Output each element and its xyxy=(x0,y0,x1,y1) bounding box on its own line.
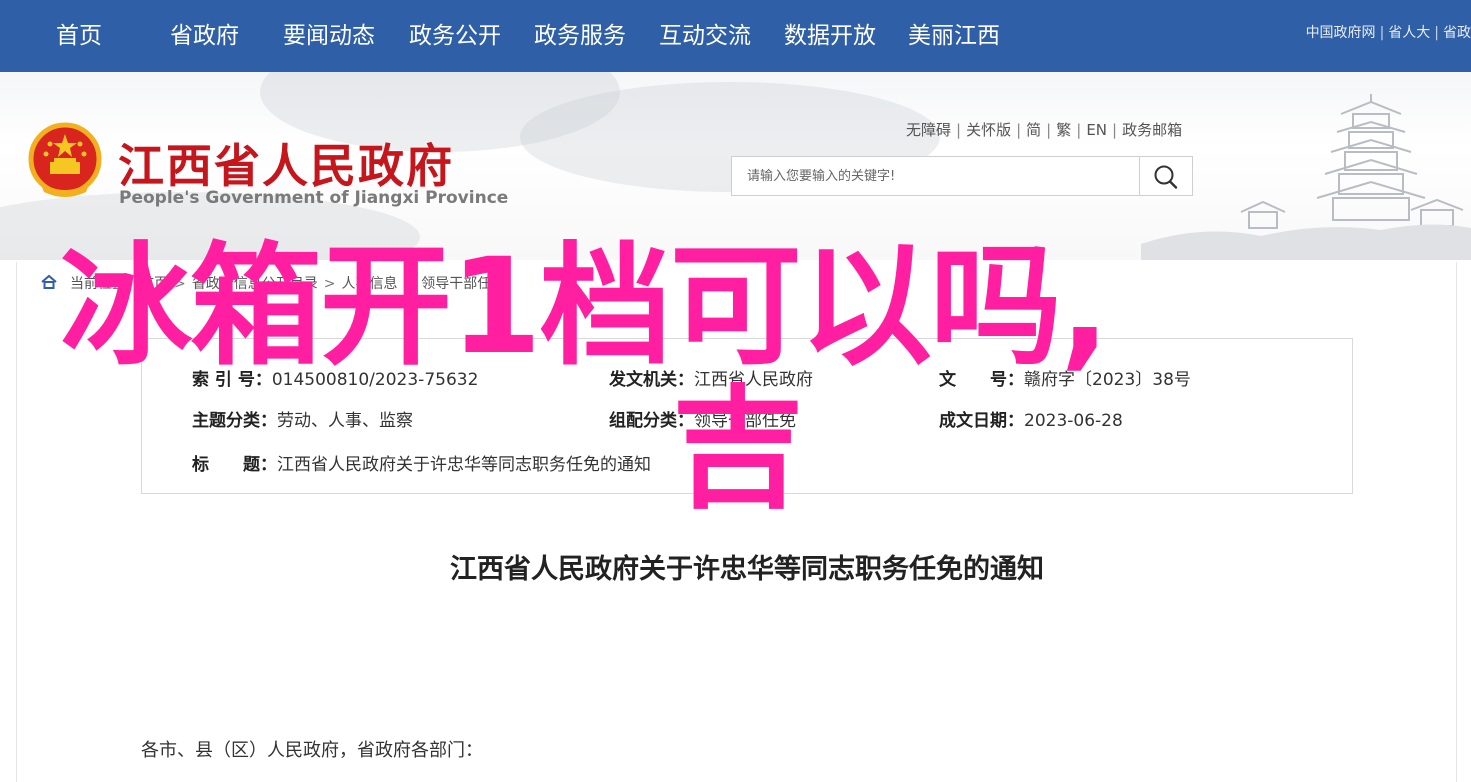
nav-item-home[interactable]: 首页 xyxy=(56,0,102,72)
info-index-number: 索 引 号：014500810/2023-75632 xyxy=(192,365,478,390)
divider: | xyxy=(1112,121,1118,139)
link-elderly-mode[interactable]: 关怀版 xyxy=(966,121,1011,139)
pagoda-illustration-icon xyxy=(1141,94,1471,260)
breadcrumb-prefix: 当前位置： xyxy=(70,276,140,292)
info-label: 文 号： xyxy=(939,370,1024,390)
breadcrumb-appointments[interactable]: 领导干部任免 xyxy=(421,276,505,292)
home-icon xyxy=(41,274,57,289)
divider: | xyxy=(1434,25,1439,41)
top-external-links: 中国政府网 | 省人大 | 省政 xyxy=(1306,22,1471,42)
national-emblem-icon xyxy=(28,122,102,197)
nav-item-open-data[interactable]: 数据开放 xyxy=(784,0,876,72)
info-value: 2023-06-28 xyxy=(1024,411,1123,431)
divider: | xyxy=(1046,121,1052,139)
info-label: 主题分类： xyxy=(192,411,277,431)
breadcrumb-info-catalog[interactable]: 省政府信息公开目录 xyxy=(192,276,318,292)
divider: | xyxy=(1379,25,1385,41)
site-subtitle: People's Government of Jiangxi Province xyxy=(119,188,509,208)
info-value: 领导干部任免 xyxy=(694,411,796,431)
breadcrumb: 当前位置：首页 > 省政府信息公开目录 > 人事信息 > 领导干部任免 xyxy=(40,273,505,293)
link-traditional-chinese[interactable]: 繁 xyxy=(1056,121,1071,139)
chevron-right-icon: > xyxy=(323,276,336,292)
info-label: 索 引 号： xyxy=(192,370,272,390)
article-title: 江西省人民政府关于许忠华等同志职务任免的通知 xyxy=(450,554,1044,585)
nav-item-government-services[interactable]: 政务服务 xyxy=(534,0,626,72)
info-value: 014500810/2023-75632 xyxy=(271,370,479,390)
divider: | xyxy=(1016,121,1022,139)
nav-item-interaction[interactable]: 互动交流 xyxy=(659,0,751,72)
link-china-government[interactable]: 中国政府网 xyxy=(1306,25,1376,41)
link-simplified-chinese[interactable]: 简 xyxy=(1026,121,1041,139)
nav-item-news[interactable]: 要闻动态 xyxy=(283,0,375,72)
nav-item-government-affairs-disclosure[interactable]: 政务公开 xyxy=(409,0,501,72)
info-label: 组配分类： xyxy=(609,411,694,431)
info-value: 劳动、人事、监察 xyxy=(277,411,413,431)
link-provincial-cppcc[interactable]: 省政 xyxy=(1443,25,1471,41)
site-title[interactable]: 江西省人民政府 xyxy=(118,130,454,196)
info-label: 发文机关： xyxy=(609,370,694,390)
divider: | xyxy=(956,121,962,139)
info-value: 江西省人民政府关于许忠华等同志职务任免的通知 xyxy=(277,455,651,475)
info-value: 江西省人民政府 xyxy=(694,370,813,390)
info-document-number: 文 号：赣府字〔2023〕38号 xyxy=(939,365,1191,390)
search-box xyxy=(731,156,1193,196)
info-label: 标 题： xyxy=(192,455,277,475)
breadcrumb-personnel-info[interactable]: 人事信息 xyxy=(341,276,397,292)
info-value: 赣府字〔2023〕38号 xyxy=(1024,370,1191,390)
divider: | xyxy=(1076,121,1082,139)
link-provincial-congress[interactable]: 省人大 xyxy=(1388,25,1430,41)
nav-item-beautiful-jiangxi[interactable]: 美丽江西 xyxy=(908,0,1000,72)
nav-item-provincial-government[interactable]: 省政府 xyxy=(170,0,239,72)
info-issuer: 发文机关：江西省人民政府 xyxy=(609,365,813,390)
article-salutation: 各市、县（区）人民政府，省政府各部门： xyxy=(141,740,483,761)
breadcrumb-home[interactable]: 首页 xyxy=(140,276,168,292)
chevron-right-icon: > xyxy=(174,276,186,292)
info-label: 成文日期： xyxy=(939,411,1024,431)
info-topic-category: 主题分类：劳动、人事、监察 xyxy=(192,406,413,431)
top-navigation-bar: 首页 省政府 要闻动态 政务公开 政务服务 互动交流 数据开放 美丽江西 中国政… xyxy=(0,0,1471,72)
info-date: 成文日期：2023-06-28 xyxy=(939,406,1123,431)
link-accessibility[interactable]: 无障碍 xyxy=(906,121,951,139)
info-org-category: 组配分类：领导干部任免 xyxy=(609,406,796,431)
chevron-right-icon: > xyxy=(403,276,416,292)
search-input[interactable] xyxy=(732,157,1140,195)
header-banner: 江西省人民政府 People's Government of Jiangxi P… xyxy=(0,72,1471,260)
info-title: 标 题：江西省人民政府关于许忠华等同志职务任免的通知 xyxy=(192,450,651,475)
document-info-panel: 索 引 号：014500810/2023-75632 发文机关：江西省人民政府 … xyxy=(141,338,1353,494)
link-english[interactable]: EN xyxy=(1086,121,1107,139)
